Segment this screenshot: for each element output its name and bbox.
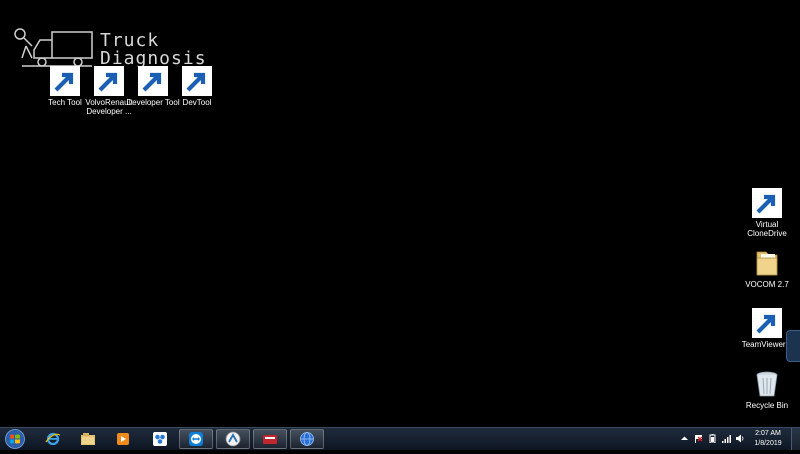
shortcut-arrow-icon [94,66,124,96]
shortcut-arrow-icon [50,66,80,96]
taskbar-file-explorer[interactable] [71,429,105,449]
action-center-flag-icon[interactable] [694,434,703,443]
volume-icon[interactable] [736,434,745,443]
side-widget-tab[interactable] [786,330,800,362]
file-explorer-icon [81,433,95,445]
recycle-bin-icon [756,371,778,397]
taskbar-clock[interactable]: 2:07 AM 1/8/2019 [748,429,788,449]
folder-icon [756,251,778,276]
desktop-icon-virtual-clonedrive[interactable]: Virtual CloneDrive [736,188,798,238]
taskbar-teamviewer[interactable] [179,429,213,449]
techtool-icon [225,431,241,447]
show-desktop-button[interactable] [791,428,800,450]
taskbar-internet-explorer[interactable] [36,429,70,449]
vocom-icon [263,435,277,444]
desktop-icon-label: DevTool [182,98,212,107]
clock-date: 1/8/2019 [754,440,782,447]
network-icon [153,432,167,446]
shortcut-arrow-icon [182,66,212,96]
clock-time: 2:07 AM [755,430,781,437]
teamviewer-icon [189,432,203,446]
show-hidden-icons-icon[interactable] [680,434,689,443]
taskbar-vocom-app[interactable] [253,429,287,449]
desktop-icon-label: Recycle Bin [745,401,789,410]
taskbar-network-app[interactable] [143,429,177,449]
desktop-icon-vocom[interactable]: VOCOM 2.7 [736,248,798,289]
windows-start-icon [5,429,25,449]
media-player-icon [117,433,129,445]
desktop[interactable]: Truck Diagnosis Tech Tool VolvoRenault D… [0,0,800,427]
desktop-icon-devtool[interactable]: DevTool [166,66,228,107]
internet-explorer-icon [45,432,61,446]
taskbar-tech-tool[interactable] [216,429,250,449]
desktop-icon-label: Virtual CloneDrive [747,220,787,238]
start-button[interactable] [4,429,26,449]
shortcut-arrow-icon [138,66,168,96]
desktop-icon-recycle-bin[interactable]: Recycle Bin [736,369,798,410]
taskbar-remote-app[interactable] [290,429,324,449]
taskbar: 2:07 AM 1/8/2019 [0,427,800,450]
shortcut-arrow-icon [752,308,782,338]
shortcut-arrow-icon [752,188,782,218]
wifi-signal-icon[interactable] [722,434,731,443]
globe-icon [300,432,314,446]
taskbar-media-player[interactable] [106,429,140,449]
desktop-icon-label: VOCOM 2.7 [745,280,789,289]
battery-icon[interactable] [708,434,717,443]
